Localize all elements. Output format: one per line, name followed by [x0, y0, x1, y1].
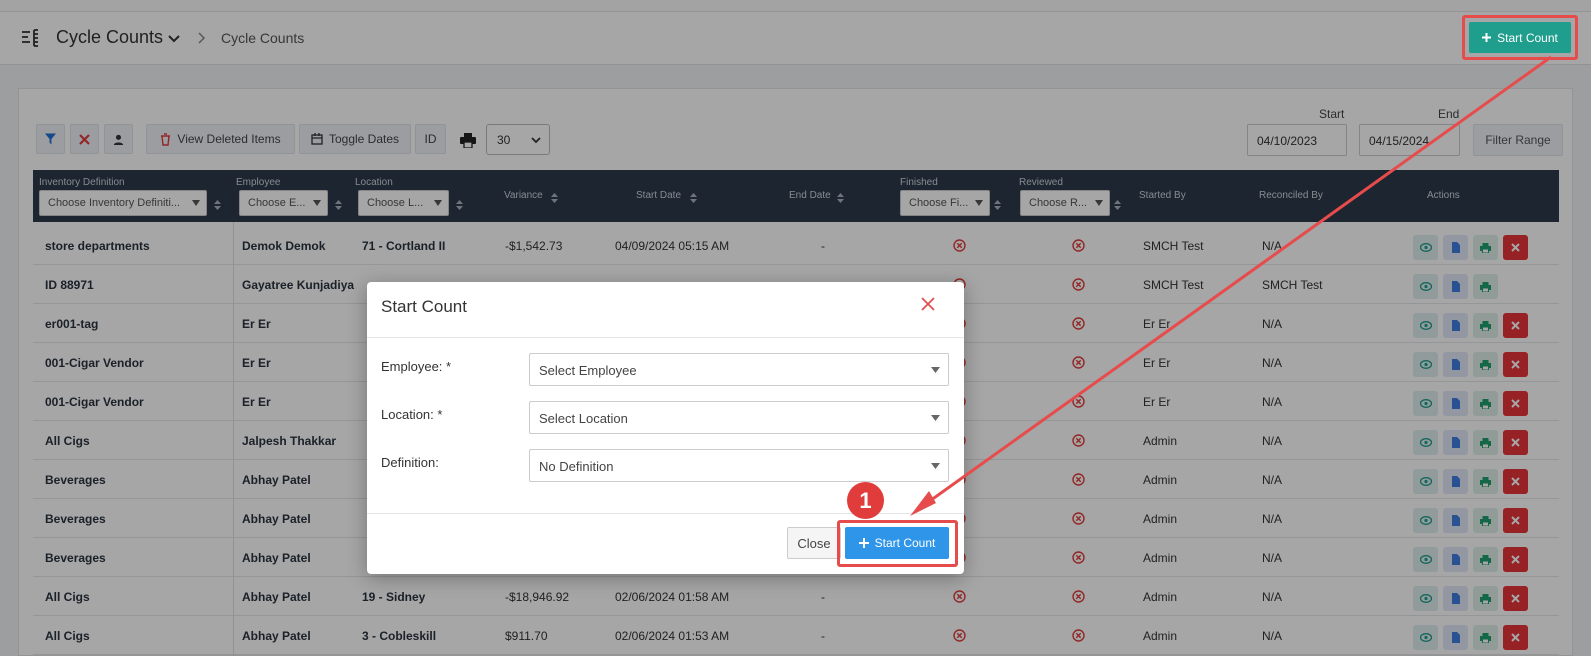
employee-select-value: Select Employee — [539, 363, 637, 378]
close-button[interactable]: Close — [787, 527, 841, 559]
definition-label: Definition: — [381, 455, 439, 470]
chevron-down-icon — [931, 415, 940, 421]
highlight-box — [837, 520, 958, 567]
modal-divider — [367, 337, 964, 338]
employee-label: Employee: * — [381, 359, 452, 374]
modal-title: Start Count — [381, 297, 467, 316]
chevron-down-icon — [931, 463, 940, 469]
employee-select[interactable]: Select Employee — [529, 353, 949, 386]
location-select[interactable]: Select Location — [529, 401, 949, 434]
definition-select-value: No Definition — [539, 459, 614, 474]
close-icon[interactable] — [920, 296, 936, 312]
definition-select[interactable]: No Definition — [529, 449, 949, 482]
step-badge: 1 — [847, 482, 884, 519]
chevron-down-icon — [931, 367, 940, 373]
location-label: Location: * — [381, 407, 443, 422]
highlight-box — [1462, 15, 1578, 60]
location-select-value: Select Location — [539, 411, 628, 426]
